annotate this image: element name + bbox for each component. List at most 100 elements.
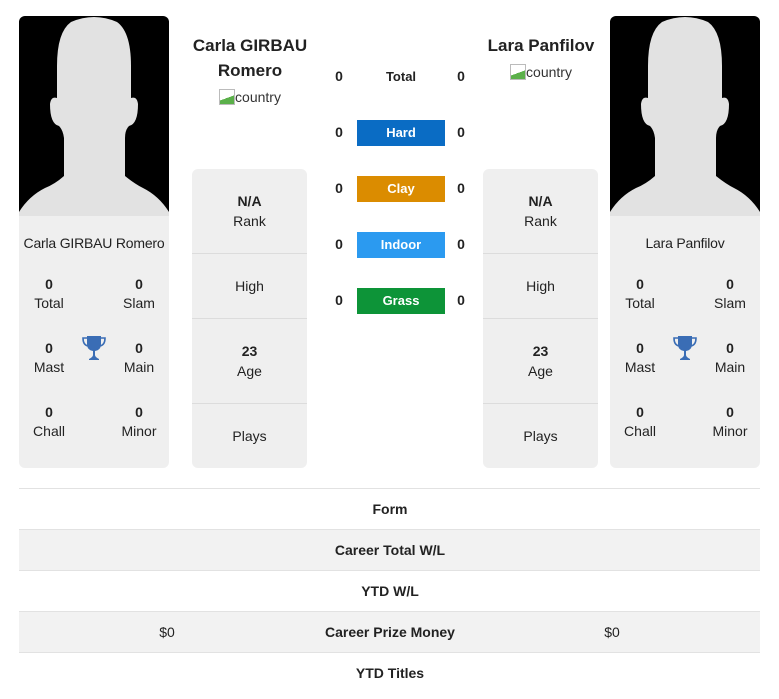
prize-money-right-value: $0	[604, 624, 620, 640]
broken-image-icon	[510, 64, 527, 80]
surface-clay-right-value: 0	[457, 180, 465, 196]
titles-grid-left: 0 Total 0 Slam 0 Mast 0 Main 0 Chall 0 M…	[19, 275, 169, 468]
title-slam-label: Slam	[714, 295, 746, 311]
table-row-career-prize-money: $0 Career Prize Money $0	[19, 611, 760, 652]
stat-age-value: 23	[241, 343, 258, 359]
stat-high-label: High	[526, 278, 555, 294]
surface-row-total: 0 Total 0	[325, 64, 475, 90]
form-label: Form	[372, 501, 408, 517]
title-chall-label: Chall	[33, 423, 65, 439]
surface-hard-badge: Hard	[357, 120, 445, 146]
trophy-icon	[673, 336, 697, 360]
comparison-table: Form Career Total W/L YTD W/L $0 Career …	[19, 488, 760, 693]
player-name-left-card: Carla GIRBAU Romero	[23, 235, 165, 251]
player-card-right: Lara Panfilov 0 Total 0 Slam 0 Mast 0 Ma…	[610, 16, 760, 468]
stat-rank-left: N/A Rank	[192, 169, 307, 254]
title-minor-right: 0 Minor	[700, 403, 760, 441]
player-name-right[interactable]: Lara Panfilov	[466, 33, 616, 58]
titles-grid-right: 0 Total 0 Slam 0 Mast 0 Main 0 Chall 0 M…	[610, 275, 760, 468]
stat-age-right: 23 Age	[483, 319, 598, 404]
surface-total-label: Total	[385, 69, 417, 84]
player-name-left-line2[interactable]: Romero	[175, 58, 325, 83]
table-row-career-total-wl: Career Total W/L	[19, 529, 760, 570]
surface-indoor-right-value: 0	[457, 236, 465, 252]
title-mast-value: 0	[636, 340, 644, 356]
title-slam-left: 0 Slam	[109, 275, 169, 313]
title-minor-value: 0	[726, 404, 734, 420]
title-minor-label: Minor	[712, 423, 748, 439]
title-main-value: 0	[726, 340, 734, 356]
stat-age-label: Age	[528, 363, 553, 379]
silhouette-icon	[19, 17, 169, 216]
stat-rank-label: Rank	[233, 213, 266, 229]
country-alt-text: country	[235, 89, 281, 105]
title-slam-label: Slam	[123, 295, 155, 311]
player-header-right: Lara Panfilov country	[466, 33, 616, 85]
trophy-icon	[82, 336, 106, 360]
stats-panel-right: N/A Rank High 23 Age Plays	[483, 169, 598, 468]
surface-total-left-value: 0	[335, 68, 343, 84]
stat-rank-right: N/A Rank	[483, 169, 598, 254]
player-name-left-line1[interactable]: Carla GIRBAU	[175, 33, 325, 58]
ytd-wl-label: YTD W/L	[361, 583, 419, 599]
title-mast-right: 0 Mast	[610, 339, 670, 377]
table-row-ytd-wl: YTD W/L	[19, 570, 760, 611]
table-row-ytd-titles: YTD Titles	[19, 652, 760, 693]
title-chall-left: 0 Chall	[19, 403, 79, 441]
title-mast-label: Mast	[33, 359, 65, 375]
country-flag-right: country	[510, 64, 572, 80]
surface-hard-left-value: 0	[335, 124, 343, 140]
title-minor-label: Minor	[121, 423, 157, 439]
title-chall-value: 0	[636, 404, 644, 420]
title-total-label: Total	[625, 295, 655, 311]
title-minor-value: 0	[135, 404, 143, 420]
stats-panel-left: N/A Rank High 23 Age Plays	[192, 169, 307, 468]
stat-plays-label: Plays	[232, 428, 267, 444]
title-minor-left: 0 Minor	[109, 403, 169, 441]
stat-high-right: High	[483, 254, 598, 319]
title-slam-value: 0	[726, 276, 734, 292]
title-main-value: 0	[135, 340, 143, 356]
stat-age-value: 23	[532, 343, 549, 359]
table-row-form: Form	[19, 488, 760, 529]
surface-row-hard: 0 Hard 0	[325, 120, 475, 146]
player-card-left: Carla GIRBAU Romero 0 Total 0 Slam 0 Mas…	[19, 16, 169, 468]
title-slam-right: 0 Slam	[700, 275, 760, 313]
player-name-right-card: Lara Panfilov	[645, 235, 725, 251]
title-chall-label: Chall	[624, 423, 656, 439]
player-header-left: Carla GIRBAU Romero country	[175, 33, 325, 110]
stat-age-label: Age	[237, 363, 262, 379]
title-total-label: Total	[34, 295, 64, 311]
surface-indoor-badge: Indoor	[357, 232, 445, 258]
player-photo-left	[19, 16, 169, 216]
title-chall-right: 0 Chall	[610, 403, 670, 441]
title-total-value: 0	[636, 276, 644, 292]
title-mast-left: 0 Mast	[19, 339, 79, 377]
title-total-right: 0 Total	[610, 275, 670, 313]
player-photo-right	[610, 16, 760, 216]
surface-grass-left-value: 0	[335, 292, 343, 308]
surface-grass-badge: Grass	[357, 288, 445, 314]
stat-plays-left: Plays	[192, 404, 307, 468]
career-wl-label: Career Total W/L	[334, 542, 446, 558]
stat-plays-right: Plays	[483, 404, 598, 468]
surface-row-clay: 0 Clay 0	[325, 176, 475, 202]
broken-image-icon	[219, 89, 236, 105]
surface-row-grass: 0 Grass 0	[325, 288, 475, 314]
title-total-left: 0 Total	[19, 275, 79, 313]
surface-clay-badge: Clay	[357, 176, 445, 202]
title-main-right: 0 Main	[700, 339, 760, 377]
surface-indoor-left-value: 0	[335, 236, 343, 252]
stat-age-left: 23 Age	[192, 319, 307, 404]
title-mast-value: 0	[45, 340, 53, 356]
title-total-value: 0	[45, 276, 53, 292]
title-main-label: Main	[123, 359, 155, 375]
title-mast-label: Mast	[624, 359, 656, 375]
title-slam-value: 0	[135, 276, 143, 292]
title-main-left: 0 Main	[109, 339, 169, 377]
stat-high-left: High	[192, 254, 307, 319]
surface-row-indoor: 0 Indoor 0	[325, 232, 475, 258]
stat-high-label: High	[235, 278, 264, 294]
silhouette-icon	[610, 17, 760, 216]
surface-grass-right-value: 0	[457, 292, 465, 308]
